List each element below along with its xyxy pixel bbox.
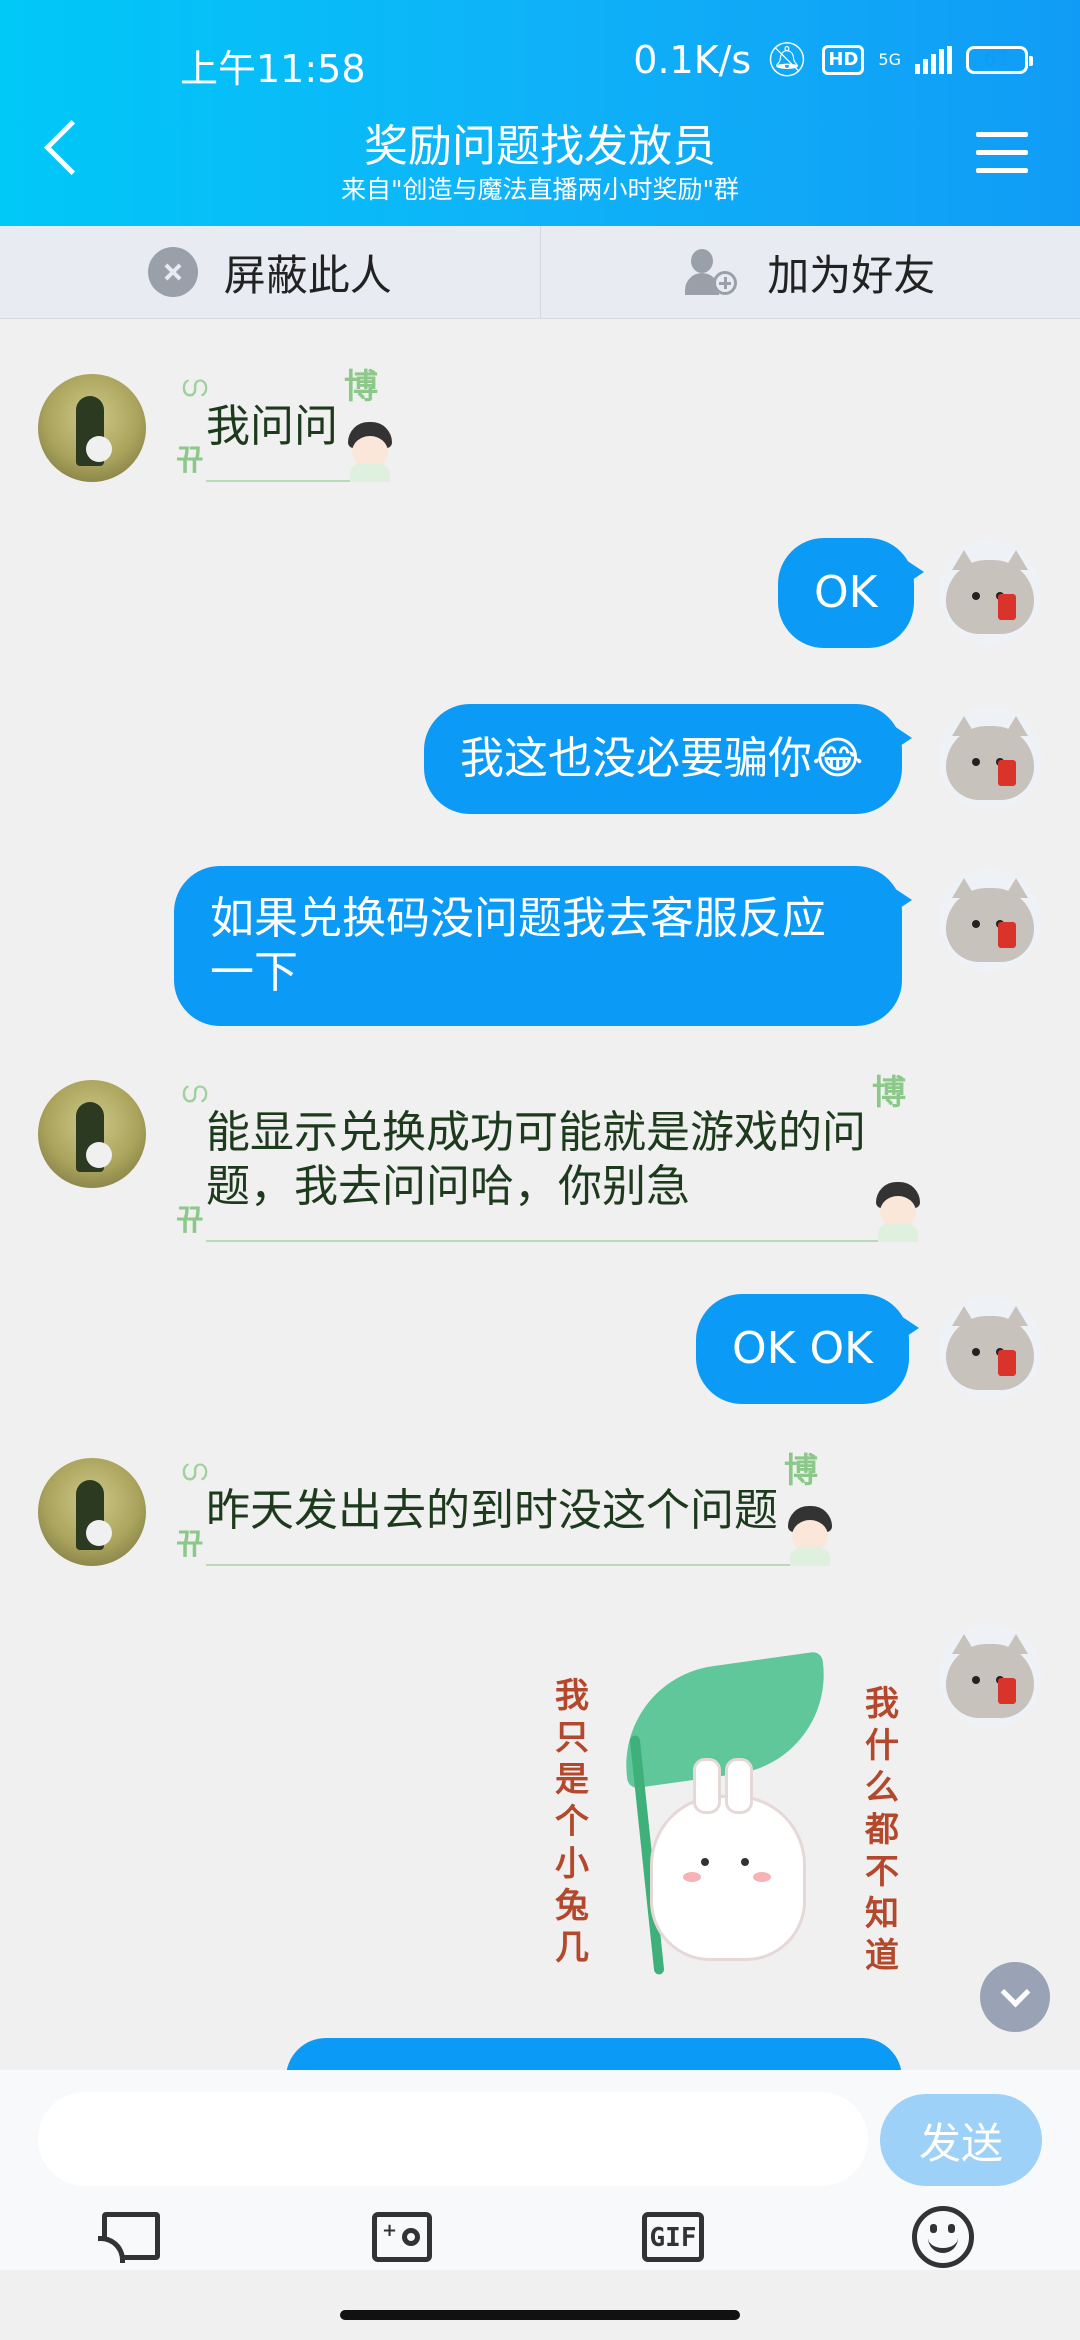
message-text: OK bbox=[814, 567, 878, 618]
sender-avatar[interactable] bbox=[38, 374, 146, 482]
incoming-message[interactable]: ഗ 뀨 博 昨天发出去的到时没这个问题 bbox=[176, 1451, 832, 1566]
hd-badge: HD bbox=[822, 45, 865, 75]
my-avatar[interactable] bbox=[938, 868, 1042, 972]
message-text: 能显示兑换成功可能就是游戏的问题，我去问问哈，你别急 bbox=[206, 1107, 866, 1212]
gif-icon[interactable]: GIF bbox=[642, 2206, 706, 2266]
message-text: OK OK bbox=[732, 1323, 873, 1374]
menu-icon[interactable] bbox=[976, 132, 1028, 186]
network-type: 5G bbox=[878, 50, 901, 69]
incoming-message[interactable]: ഗ 뀨 博 我问问 bbox=[176, 367, 392, 482]
outgoing-message[interactable]: OK bbox=[778, 538, 923, 648]
outgoing-message[interactable]: 我这也没必要骗你😂 bbox=[424, 704, 912, 814]
sender-avatar[interactable] bbox=[38, 1458, 146, 1566]
signal-icon bbox=[915, 46, 952, 74]
boy-sticker-icon bbox=[870, 1182, 926, 1242]
message-input[interactable] bbox=[38, 2092, 868, 2186]
block-user-button[interactable]: 屏蔽此人 bbox=[0, 226, 540, 318]
bunny-sticker[interactable]: 我只是个小兔几 我什么都不知道 bbox=[550, 1625, 910, 1985]
boy-sticker-icon bbox=[342, 422, 398, 482]
incoming-message[interactable]: ഗ 뀨 博 能显示兑换成功可能就是游戏的问题，我去问问哈，你别急 bbox=[176, 1073, 920, 1242]
send-button[interactable]: 发送 bbox=[880, 2094, 1042, 2186]
add-friend-icon bbox=[685, 247, 741, 297]
my-avatar[interactable] bbox=[938, 1296, 1042, 1400]
chat-subtitle: 来自"创造与魔法直播两小时奖励"群 bbox=[341, 175, 739, 204]
network-speed: 0.1K/s bbox=[633, 38, 752, 82]
message-text: 如果兑换码没问题我去客服反应一下 bbox=[210, 893, 826, 998]
emoji-icon[interactable] bbox=[912, 2206, 976, 2268]
status-icons: 0.1K/s 🔕︎ HD 5G 61 bbox=[633, 38, 1033, 82]
outgoing-message[interactable]: OK OK bbox=[696, 1294, 919, 1404]
mute-icon: 🔕︎ bbox=[765, 40, 809, 80]
my-avatar[interactable] bbox=[938, 1624, 1042, 1728]
my-avatar[interactable] bbox=[938, 706, 1042, 810]
status-bar: 上午11:58 0.1K/s 🔕︎ HD 5G 61 bbox=[0, 30, 1080, 91]
battery-level: 61 bbox=[983, 47, 1011, 71]
message-text: 昨天发出去的到时没这个问题 bbox=[206, 1485, 778, 1536]
boy-sticker-icon bbox=[782, 1506, 838, 1566]
chat-title: 奖励问题找发放员 bbox=[364, 121, 716, 172]
outgoing-message[interactable]: 如果兑换码没问题我去客服反应一下 bbox=[174, 866, 912, 1026]
add-friend-label: 加为好友 bbox=[767, 250, 936, 300]
photo-icon[interactable]: + bbox=[372, 2206, 436, 2266]
add-friend-button[interactable]: 加为好友 bbox=[539, 226, 1080, 318]
screen-cast-icon[interactable] bbox=[98, 2206, 166, 2266]
battery-icon: 61 bbox=[966, 46, 1033, 74]
bubble-decoration: ഗ 뀨 博 bbox=[176, 1066, 926, 1252]
block-icon bbox=[147, 247, 198, 297]
message-text: 我问问 bbox=[206, 401, 338, 452]
sticker-left-text: 我只是个小兔几 bbox=[555, 1676, 589, 1968]
header-bar: 上午11:58 0.1K/s 🔕︎ HD 5G 61 奖励问题找发放员 来自"创… bbox=[0, 0, 1080, 226]
scroll-to-bottom-button[interactable] bbox=[980, 1962, 1050, 2032]
sticker-right-text: 我什么都不知道 bbox=[865, 1684, 899, 1976]
input-toolbar: + GIF bbox=[0, 2202, 1080, 2272]
bunny-icon bbox=[650, 1758, 806, 1961]
sender-avatar[interactable] bbox=[38, 1080, 146, 1188]
status-time: 上午11:58 bbox=[180, 47, 366, 91]
action-bar: 屏蔽此人 加为好友 bbox=[0, 226, 1080, 319]
input-bar: 发送 + GIF bbox=[0, 2070, 1080, 2270]
home-indicator[interactable] bbox=[340, 2310, 740, 2320]
message-text: 我这也没必要骗你😂 bbox=[460, 733, 864, 784]
block-user-label: 屏蔽此人 bbox=[223, 250, 392, 300]
my-avatar[interactable] bbox=[938, 540, 1042, 644]
